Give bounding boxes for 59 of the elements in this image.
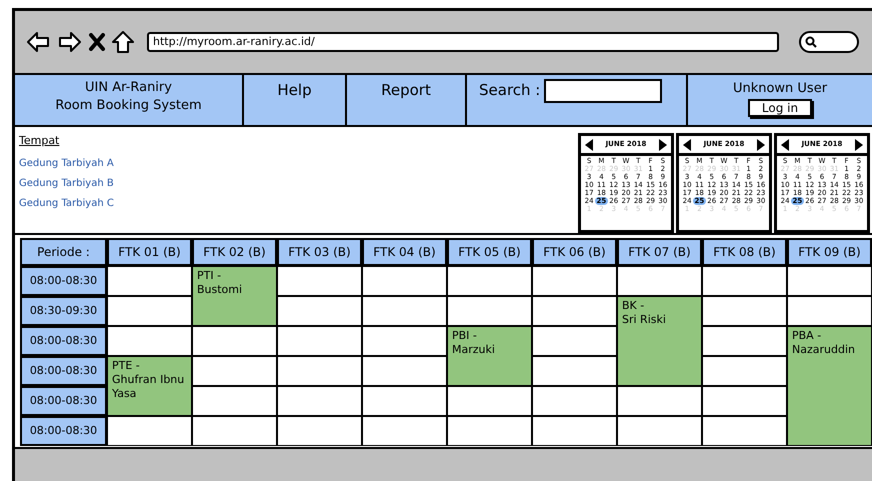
- time-slot: 08:00-08:30: [20, 326, 107, 356]
- course-code: PBA -: [792, 329, 822, 343]
- forward-icon[interactable]: [57, 30, 83, 54]
- nav-link[interactable]: Report: [347, 75, 467, 125]
- booking-block[interactable]: PTE - Ghufran Ibnu Yasa: [107, 356, 192, 416]
- time-slot: 08:00-08:30: [20, 356, 107, 386]
- places-heading: Tempat: [19, 133, 60, 149]
- user-name: Unknown User: [732, 80, 828, 98]
- lecturer-name: Sri Riski: [622, 313, 667, 327]
- booking-block[interactable]: PBI - Marzuki: [447, 326, 532, 386]
- next-month-icon[interactable]: [854, 138, 863, 150]
- search-pill[interactable]: [799, 31, 859, 53]
- site-title: UIN Ar-Raniry Room Booking System: [15, 75, 244, 125]
- empty-slot[interactable]: [532, 356, 617, 386]
- previous-month-icon[interactable]: [781, 138, 789, 150]
- home-icon[interactable]: [111, 30, 135, 54]
- empty-slot[interactable]: [532, 326, 617, 356]
- place-link[interactable]: Gedung Tarbiyah C: [19, 194, 114, 214]
- url-field[interactable]: http://myroom.ar-raniry.ac.id/: [147, 32, 779, 52]
- login-button[interactable]: Log in: [748, 98, 812, 116]
- room-header: FTK 06 (B): [532, 238, 617, 266]
- time-slot: 08:00-08:30: [20, 416, 107, 446]
- room-header: FTK 09 (B): [787, 238, 872, 266]
- lecturer-name: Marzuki: [452, 343, 496, 357]
- place-link[interactable]: Gedung Tarbiyah B: [19, 174, 114, 194]
- time-slot: 08:00-08:30: [20, 386, 107, 416]
- booking-block[interactable]: BK - Sri Riski: [617, 296, 702, 386]
- room-header: FTK 02 (B): [192, 238, 277, 266]
- room-header: FTK 01 (B): [107, 238, 192, 266]
- room-header: FTK 05 (B): [447, 238, 532, 266]
- empty-slot[interactable]: [702, 326, 787, 356]
- room-header: FTK 04 (B): [362, 238, 447, 266]
- next-month-icon[interactable]: [756, 138, 765, 150]
- room-header: FTK 08 (B): [702, 238, 787, 266]
- previous-month-icon[interactable]: [683, 138, 691, 150]
- time-slot: 08:00-08:30: [20, 266, 107, 296]
- course-code: PTE -: [112, 359, 141, 373]
- close-icon[interactable]: [89, 33, 105, 51]
- search-label: Search :: [479, 80, 540, 101]
- lecturer-name: Ghufran Ibnu Yasa: [112, 373, 186, 401]
- time-slot: 08:30-09:30: [20, 296, 107, 326]
- nav-link[interactable]: Help: [244, 75, 347, 125]
- search-icon: [805, 36, 817, 48]
- next-month-icon[interactable]: [658, 138, 667, 150]
- course-code: PBI -: [452, 329, 478, 343]
- previous-month-icon[interactable]: [585, 138, 593, 150]
- lecturer-name: Bustomi: [197, 283, 244, 297]
- lecturer-name: Nazaruddin: [792, 343, 856, 357]
- search-field[interactable]: [544, 79, 662, 103]
- room-header: FTK 03 (B): [277, 238, 362, 266]
- course-code: BK -: [622, 299, 646, 313]
- booking-block[interactable]: PBA - Nazaruddin: [787, 326, 872, 446]
- place-link[interactable]: Gedung Tarbiyah A: [19, 154, 114, 174]
- booking-block[interactable]: PTI - Bustomi: [192, 266, 277, 326]
- period-header: Periode :: [20, 238, 107, 266]
- course-code: PTI -: [197, 269, 222, 283]
- back-icon[interactable]: [25, 30, 51, 54]
- room-header: FTK 07 (B): [617, 238, 702, 266]
- empty-slot[interactable]: [702, 356, 787, 386]
